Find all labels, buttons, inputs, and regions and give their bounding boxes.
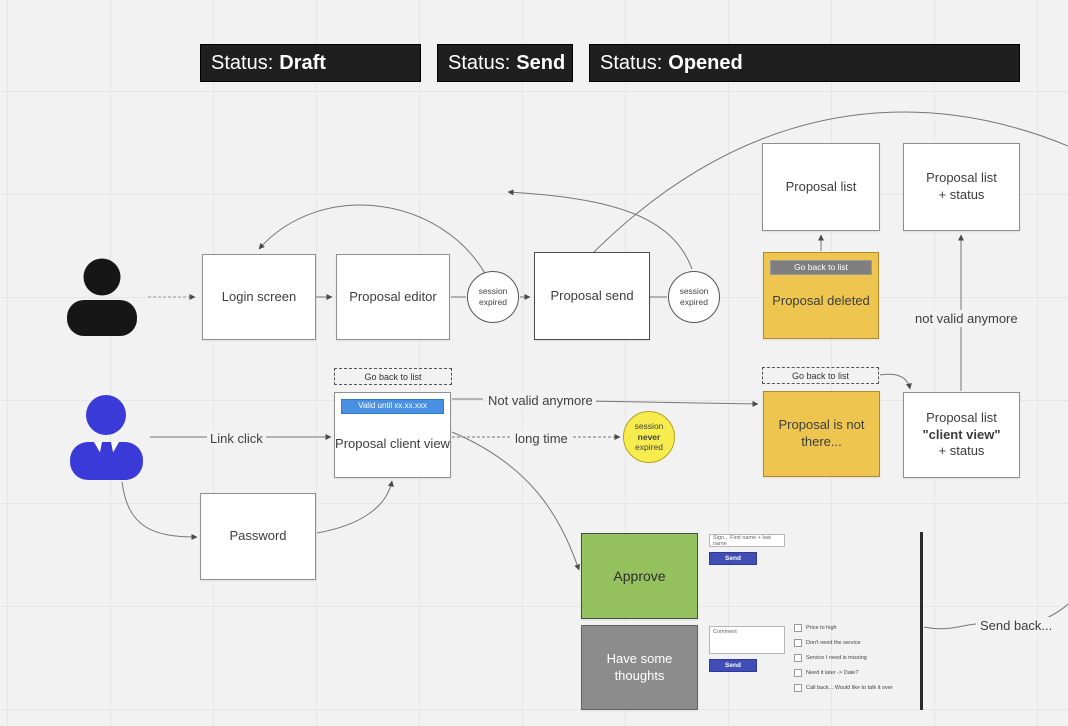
approve-send-button[interactable]: Send — [709, 552, 757, 565]
status-bar-opened[interactable]: Status: Opened — [589, 44, 1020, 82]
checkbox-option: Need it later -> Date? — [794, 669, 858, 677]
label-link-click[interactable]: Link click — [207, 430, 266, 447]
node-proposal-list[interactable]: Proposal list — [762, 143, 880, 231]
node-password[interactable]: Password — [200, 493, 316, 580]
node-label: Proposal list — [926, 410, 997, 427]
node-proposal-editor[interactable]: Proposal editor — [336, 254, 450, 340]
checkbox-option: Price to high — [794, 624, 837, 632]
status-value: Send — [516, 52, 565, 75]
status-value: Draft — [279, 52, 326, 75]
node-label: "client view" — [922, 427, 1000, 444]
node-have-thoughts[interactable]: Have some thoughts — [581, 625, 698, 710]
divider-line — [920, 532, 923, 710]
checkbox-label: Price to high — [806, 625, 837, 631]
connector-goback-clientlist — [880, 374, 910, 389]
node-label: + status — [939, 443, 985, 460]
go-back-dashed-left[interactable]: Go back to list — [334, 368, 452, 385]
node-label: Password — [229, 528, 286, 545]
node-proposal-list-status[interactable]: Proposal list + status — [903, 143, 1020, 231]
person-icon[interactable] — [64, 258, 140, 341]
node-label: thoughts — [615, 668, 665, 685]
node-approve[interactable]: Approve — [581, 533, 698, 619]
circle-label: expired — [635, 442, 663, 453]
node-proposal-send[interactable]: Proposal send — [534, 252, 650, 340]
checkbox-option: Don't need the service — [794, 639, 861, 647]
checkbox-label: Don't need the service — [806, 640, 861, 646]
checkbox[interactable] — [794, 684, 802, 692]
node-label: Proposal deleted — [772, 293, 870, 310]
status-bar-draft[interactable]: Status: Draft — [200, 44, 421, 82]
circle-session-never-expired[interactable]: session never expired — [623, 411, 675, 463]
input-placeholder: Comment — [713, 629, 737, 635]
whiteboard-canvas[interactable]: Status: Draft Status: Send Status: Opene… — [0, 0, 1068, 726]
node-label: there... — [801, 434, 841, 451]
node-label: Proposal client view — [335, 436, 450, 453]
go-back-to-list-button[interactable]: Go back to list — [770, 260, 872, 275]
label-send-back[interactable]: Send back... — [977, 617, 1055, 634]
checkbox[interactable] — [794, 624, 802, 632]
button-label: Send — [725, 662, 741, 669]
status-value: Opened — [668, 52, 742, 75]
circle-label: session — [635, 421, 664, 432]
button-label: Send — [725, 555, 741, 562]
input-placeholder: Sign... First name + last name — [713, 535, 784, 547]
circle-label: expired — [680, 297, 708, 308]
checkbox-label: Need it later -> Date? — [806, 670, 858, 676]
valid-until-bar[interactable]: Valid until xx.xx.xxx — [341, 399, 444, 414]
node-label: + status — [939, 187, 985, 204]
checkbox[interactable] — [794, 669, 802, 677]
button-label: Go back to list — [364, 372, 421, 382]
button-label: Go back to list — [792, 371, 849, 381]
label-not-valid-anymore[interactable]: Not valid anymore — [485, 392, 596, 409]
connector-person2-password — [122, 482, 197, 537]
checkbox-label: Call back... Would like to talk it over — [806, 685, 893, 691]
status-prefix: Status: — [448, 52, 510, 75]
comment-textarea[interactable]: Comment — [709, 626, 785, 654]
node-label: Proposal list — [786, 179, 857, 196]
node-label: Proposal editor — [349, 289, 436, 306]
circle-label: expired — [479, 297, 507, 308]
node-label: Proposal list — [926, 170, 997, 187]
business-person-icon[interactable] — [68, 394, 145, 485]
node-label: Login screen — [222, 289, 296, 306]
label-long-time[interactable]: long time — [512, 430, 571, 447]
circle-session-expired-2[interactable]: session expired — [668, 271, 720, 323]
connector-clientview-approve — [452, 432, 579, 570]
connector-sendback-label-left — [924, 624, 976, 629]
connector-password-clientview — [317, 481, 392, 533]
label-not-valid-anymore-2[interactable]: not valid anymore — [912, 310, 1021, 327]
node-proposal-not-there[interactable]: Proposal is not there... — [763, 391, 880, 477]
go-back-dashed-right[interactable]: Go back to list — [762, 367, 879, 384]
node-label: Approve — [613, 567, 665, 585]
status-prefix: Status: — [600, 52, 662, 75]
feedback-send-button[interactable]: Send — [709, 659, 757, 672]
checkbox[interactable] — [794, 639, 802, 647]
sign-name-input[interactable]: Sign... First name + last name — [709, 534, 785, 547]
checkbox[interactable] — [794, 654, 802, 662]
node-login-screen[interactable]: Login screen — [202, 254, 316, 340]
node-label: Proposal send — [550, 288, 633, 305]
node-proposal-deleted[interactable]: Go back to list Proposal deleted — [763, 252, 879, 339]
connector-layer — [0, 0, 1068, 726]
node-label: Proposal is not — [779, 417, 865, 434]
circle-session-expired-1[interactable]: session expired — [467, 271, 519, 323]
checkbox-label: Service I need is missing — [806, 655, 867, 661]
node-proposal-list-client-view[interactable]: Proposal list "client view" + status — [903, 392, 1020, 478]
circle-label: never — [638, 432, 661, 443]
checkbox-option: Service I need is missing — [794, 654, 867, 662]
status-bar-send[interactable]: Status: Send — [437, 44, 573, 82]
circle-label: session — [680, 286, 709, 297]
status-prefix: Status: — [211, 52, 273, 75]
checkbox-option: Call back... Would like to talk it over — [794, 684, 893, 692]
button-label: Go back to list — [794, 262, 848, 273]
node-label: Have some — [607, 651, 673, 668]
node-proposal-client-view[interactable]: Valid until xx.xx.xxx Proposal client vi… — [334, 392, 451, 478]
bar-label: Valid until xx.xx.xxx — [358, 401, 427, 411]
circle-label: session — [479, 286, 508, 297]
